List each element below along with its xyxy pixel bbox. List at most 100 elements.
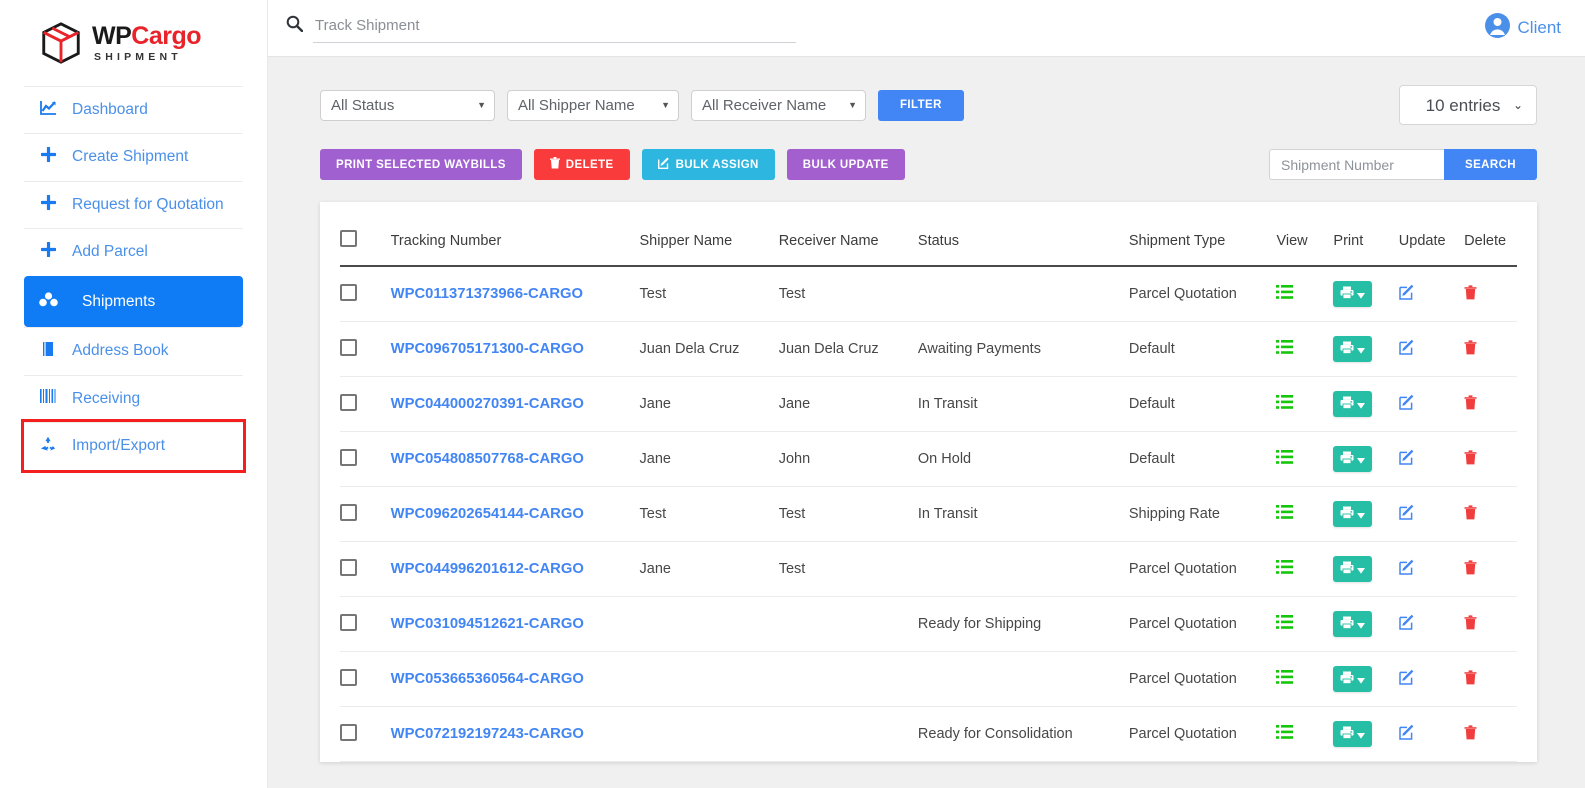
trash-icon[interactable]: [1464, 618, 1477, 634]
shipper-filter-select[interactable]: All Shipper Name: [507, 90, 679, 121]
cell-shipment-type: Parcel Quotation: [1129, 652, 1277, 707]
status-filter-select[interactable]: All Status: [320, 90, 495, 121]
row-checkbox[interactable]: [340, 669, 357, 686]
print-dropdown-button[interactable]: [1333, 556, 1372, 582]
list-icon[interactable]: [1276, 449, 1293, 468]
tracking-number-link[interactable]: WPC096202654144-CARGO: [391, 506, 584, 522]
sidebar-item-add-parcel[interactable]: Add Parcel: [24, 228, 243, 275]
trash-icon[interactable]: [1464, 288, 1477, 304]
entries-per-page-select[interactable]: 10 entries: [1399, 85, 1537, 125]
bulk-update-button[interactable]: BULK UPDATE: [787, 149, 905, 180]
print-dropdown-button[interactable]: [1333, 721, 1372, 747]
bulk-assign-button[interactable]: BULK ASSIGN: [642, 149, 775, 180]
cell-update: [1399, 707, 1464, 762]
row-checkbox[interactable]: [340, 284, 357, 301]
cell-print: [1333, 266, 1398, 322]
box-cube-icon: [38, 20, 84, 66]
tracking-number-link[interactable]: WPC044000270391-CARGO: [391, 396, 584, 412]
sidebar-item-create-shipment[interactable]: Create Shipment: [24, 133, 243, 180]
header-status[interactable]: Status: [918, 202, 1129, 266]
printer-icon: [1340, 451, 1354, 467]
shipment-number-input[interactable]: [1269, 149, 1444, 180]
search-icon: [286, 15, 303, 43]
header-shipment-type[interactable]: Shipment Type: [1129, 202, 1277, 266]
sidebar-item-request-quotation[interactable]: Request for Quotation: [24, 181, 243, 228]
row-checkbox[interactable]: [340, 449, 357, 466]
pencil-square-icon[interactable]: [1399, 673, 1415, 689]
row-checkbox[interactable]: [340, 724, 357, 741]
header-shipper-name[interactable]: Shipper Name: [640, 202, 779, 266]
select-all-checkbox[interactable]: [340, 230, 357, 247]
print-dropdown-button[interactable]: [1333, 446, 1372, 472]
user-menu[interactable]: Client: [1484, 12, 1561, 44]
list-icon[interactable]: [1276, 394, 1293, 413]
edit-square-icon: [658, 157, 670, 172]
cell-print: [1333, 652, 1398, 707]
sidebar-item-shipments[interactable]: Shipments: [24, 276, 243, 327]
header-tracking-number[interactable]: Tracking Number: [391, 202, 640, 266]
sidebar-item-receiving[interactable]: Receiving: [24, 375, 243, 422]
cell-view: [1276, 652, 1333, 707]
trash-icon[interactable]: [1464, 453, 1477, 469]
cell-receiver-name: [779, 597, 918, 652]
pencil-square-icon[interactable]: [1399, 508, 1415, 524]
pencil-square-icon[interactable]: [1399, 343, 1415, 359]
caret-down-icon: [1357, 452, 1365, 467]
tracking-number-link[interactable]: WPC053665360564-CARGO: [391, 671, 584, 687]
tracking-number-link[interactable]: WPC011371373966-CARGO: [391, 286, 583, 302]
header-print: Print: [1333, 202, 1398, 266]
tracking-number-link[interactable]: WPC031094512621-CARGO: [391, 616, 584, 632]
tracking-number-link[interactable]: WPC072192197243-CARGO: [391, 726, 584, 742]
list-icon[interactable]: [1276, 724, 1293, 743]
tracking-number-link[interactable]: WPC054808507768-CARGO: [391, 451, 584, 467]
pencil-square-icon[interactable]: [1399, 563, 1415, 579]
receiver-filter-select[interactable]: All Receiver Name: [691, 90, 866, 121]
row-checkbox[interactable]: [340, 504, 357, 521]
trash-icon[interactable]: [1464, 343, 1477, 359]
pencil-square-icon[interactable]: [1399, 453, 1415, 469]
row-checkbox[interactable]: [340, 339, 357, 356]
pencil-square-icon[interactable]: [1399, 618, 1415, 634]
row-checkbox[interactable]: [340, 614, 357, 631]
list-icon[interactable]: [1276, 559, 1293, 578]
bulk-delete-button[interactable]: DELETE: [534, 149, 630, 180]
sidebar-item-import-export[interactable]: Import/Export: [24, 422, 243, 469]
brand-logo[interactable]: WPCargo SHIPMENT: [0, 0, 267, 86]
brand-name-secondary: Cargo: [131, 22, 201, 50]
trash-icon[interactable]: [1464, 398, 1477, 414]
list-icon[interactable]: [1276, 504, 1293, 523]
print-dropdown-button[interactable]: [1333, 336, 1372, 362]
list-icon[interactable]: [1276, 284, 1293, 303]
sidebar-item-dashboard[interactable]: Dashboard: [24, 86, 243, 133]
print-dropdown-button[interactable]: [1333, 281, 1372, 307]
cell-shipper-name: [640, 597, 779, 652]
tracking-number-link[interactable]: WPC044996201612-CARGO: [391, 561, 584, 577]
print-dropdown-button[interactable]: [1333, 666, 1372, 692]
tracking-number-link[interactable]: WPC096705171300-CARGO: [391, 341, 584, 357]
trash-icon[interactable]: [1464, 563, 1477, 579]
trash-icon[interactable]: [1464, 728, 1477, 744]
row-checkbox[interactable]: [340, 559, 357, 576]
search-input[interactable]: [313, 14, 796, 43]
list-icon[interactable]: [1276, 614, 1293, 633]
sidebar-item-address-book[interactable]: Address Book: [24, 327, 243, 374]
pencil-square-icon[interactable]: [1399, 288, 1415, 304]
search-button[interactable]: SEARCH: [1444, 149, 1537, 180]
print-dropdown-button[interactable]: [1333, 501, 1372, 527]
list-icon[interactable]: [1276, 339, 1293, 358]
trash-icon[interactable]: [1464, 508, 1477, 524]
row-checkbox[interactable]: [340, 394, 357, 411]
list-icon[interactable]: [1276, 669, 1293, 688]
print-dropdown-button[interactable]: [1333, 611, 1372, 637]
pencil-square-icon[interactable]: [1399, 398, 1415, 414]
trash-icon[interactable]: [1464, 673, 1477, 689]
filter-button[interactable]: FILTER: [878, 90, 964, 121]
header-receiver-name[interactable]: Receiver Name: [779, 202, 918, 266]
print-selected-waybills-button[interactable]: PRINT SELECTED WAYBILLS: [320, 149, 522, 180]
sidebar: WPCargo SHIPMENT Dashboard Create Shipme…: [0, 0, 268, 788]
cell-shipment-type: Shipping Rate: [1129, 487, 1277, 542]
pencil-square-icon[interactable]: [1399, 728, 1415, 744]
caret-down-icon: [1357, 617, 1365, 632]
cell-delete: [1464, 762, 1517, 763]
print-dropdown-button[interactable]: [1333, 391, 1372, 417]
